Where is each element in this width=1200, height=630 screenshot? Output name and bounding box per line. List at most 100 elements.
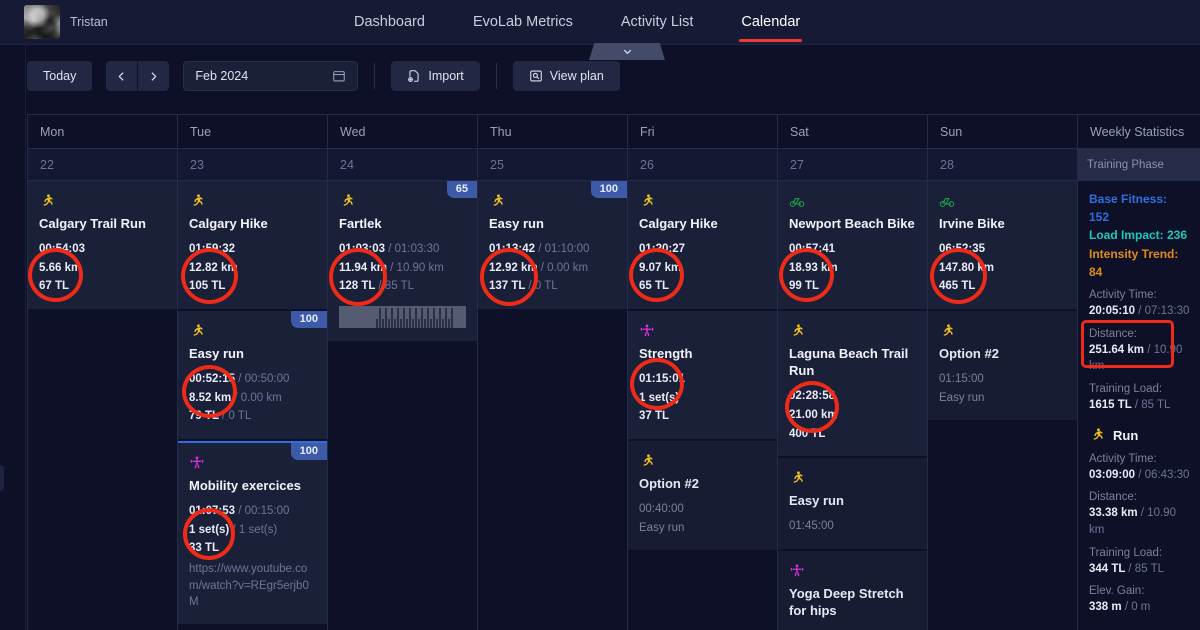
activity-duration: 00:57:41 — [789, 243, 836, 256]
cycling-icon — [939, 191, 1066, 210]
calendar-grid-wrapper: Mon Tue Wed Thu Fri Sat Sun Weekly Stati… — [27, 114, 1200, 630]
stat-value: 03:09:00 / 06:43:30 — [1089, 468, 1190, 481]
activity-card[interactable]: Yoga Deep Stretch for hips00:15:00 — [778, 551, 927, 630]
stat-value: 338 m / 0 m — [1089, 601, 1151, 614]
activity-title: Strength — [639, 346, 693, 362]
activity-duration: 01:15:01 — [639, 373, 686, 386]
stat-label: Training Load: — [1089, 383, 1163, 396]
day-number-23[interactable]: 23 — [178, 149, 328, 181]
tab-evolab-metrics[interactable]: EvoLab Metrics — [449, 0, 597, 45]
day-column-mon[interactable]: Calgary Trail Run 00:54:03 5.66 km 67 TL — [28, 181, 178, 630]
activity-distance: 9.07 km — [639, 261, 682, 274]
activity-duration: 02:28:58 — [789, 390, 836, 403]
strength-icon — [639, 321, 766, 340]
column-header-fri: Fri — [628, 115, 778, 149]
sidebar-collapse-handle[interactable] — [0, 465, 4, 491]
day-column-thu[interactable]: 100 Easy run 01:13:42 / 01:10:00 12.92 km /… — [478, 181, 628, 630]
activity-duration: 01:03:03 / 01:03:30 — [339, 243, 440, 256]
activity-duration: 00:40:00 — [639, 503, 684, 516]
activity-training-load: 79 TL / 0 TL — [189, 410, 252, 423]
activity-card[interactable]: Easy run 01:45:00 — [778, 458, 927, 549]
chevron-right-icon — [151, 71, 157, 81]
activity-distance: 8.52 km / 0.00 km — [189, 391, 282, 404]
activity-card[interactable]: 100 Easy run 01:13:42 / 01:10:00 12.92 km /… — [478, 181, 627, 310]
today-button[interactable]: Today — [27, 61, 93, 91]
day-number-28[interactable]: 28 — [928, 149, 1078, 181]
running-icon — [639, 451, 766, 470]
left-rail — [0, 45, 26, 630]
view-plan-button[interactable]: View plan — [512, 61, 620, 91]
day-column-tue[interactable]: Calgary Hike 01:59:32 12.82 km 105 TL 100 Eas… — [178, 181, 328, 630]
activity-card[interactable]: Laguna Beach Trail Run 02:28:58 21.00 km 40… — [778, 311, 927, 457]
kpi-2: Intensity Trend: 84 — [1089, 246, 1179, 279]
stat-label: Training Load: — [1089, 546, 1163, 559]
activity-distance: Easy run — [639, 521, 685, 534]
activity-duration: 01:13:42 / 01:10:00 — [489, 243, 590, 256]
tab-calendar[interactable]: Calendar — [717, 0, 824, 45]
activity-card[interactable]: Strength 01:15:01 1 set(s) 37 TL — [628, 311, 777, 440]
calendar-app: Tristan Dashboard EvoLab Metrics Activit… — [0, 0, 1200, 630]
day-column-wed[interactable]: 65 Fartlek 01:03:03 / 01:03:30 11.94 km / 1… — [328, 181, 478, 630]
activity-title: Calgary Trail Run — [39, 216, 146, 231]
stat-value: 251.64 km / 10.90 km — [1089, 343, 1183, 373]
activity-link[interactable]: https://www.youtube.com/watch?v=REgr5erj… — [189, 561, 316, 611]
activity-training-load: 105 TL — [189, 280, 226, 293]
chevron-down-icon — [623, 49, 631, 55]
tab-activity-list[interactable]: Activity List — [597, 0, 718, 45]
month-picker[interactable]: Feb 2024 — [183, 61, 359, 91]
stat-value: 344 TL / 85 TL — [1089, 562, 1165, 575]
activity-training-load: 99 TL — [789, 280, 820, 293]
tab-dashboard[interactable]: Dashboard — [330, 0, 449, 45]
activity-title: Calgary Hike — [189, 216, 268, 231]
prev-month-button[interactable] — [106, 61, 138, 91]
stat-value: 1615 TL / 85 TL — [1089, 399, 1171, 411]
interval-chart — [339, 306, 466, 329]
activity-distance: 1 set(s) — [639, 391, 680, 404]
activity-card[interactable]: Newport Beach Bike 00:57:41 18.93 km 99 TL — [778, 181, 927, 310]
day-column-sun[interactable]: Irvine Bike 06:52:35 147.80 km 465 TL Option… — [928, 181, 1078, 630]
activity-card[interactable]: Option #2 01:15:00 Easy run — [928, 311, 1077, 421]
day-number-24[interactable]: 24 — [328, 149, 478, 181]
day-column-sat[interactable]: Newport Beach Bike 00:57:41 18.93 km 99 TL L… — [778, 181, 928, 630]
chevron-left-icon — [118, 71, 124, 81]
column-header-thu: Thu — [478, 115, 628, 149]
activity-title: Option #2 — [639, 476, 699, 492]
activity-duration: 06:52:35 — [939, 243, 986, 256]
user-block[interactable]: Tristan — [0, 5, 330, 39]
activity-card[interactable]: Calgary Hike 01:20:27 9.07 km 65 TL — [628, 181, 777, 310]
day-number-25[interactable]: 25 — [478, 149, 628, 181]
kpi-1: Load Impact: 236 — [1089, 228, 1188, 243]
running-icon — [789, 321, 916, 340]
activity-card[interactable]: Calgary Trail Run 00:54:03 5.66 km 67 TL — [28, 181, 177, 310]
avatar[interactable] — [24, 5, 60, 39]
activity-distance: 147.80 km — [939, 261, 994, 274]
day-number-26[interactable]: 26 — [628, 149, 778, 181]
weekly-statistics-panel: Base Fitness: 152 Load Impact: 236 Intensi… — [1078, 181, 1200, 630]
activity-title: Mobility exercices — [189, 478, 301, 494]
day-number-27[interactable]: 27 — [778, 149, 928, 181]
activity-card[interactable]: 65 Fartlek 01:03:03 / 01:03:30 11.94 km / 1… — [328, 181, 477, 342]
compliance-score-badge: 65 — [446, 181, 477, 198]
activity-training-load: 67 TL — [39, 280, 70, 293]
day-number-22[interactable]: 22 — [28, 149, 178, 181]
next-month-button[interactable] — [138, 61, 170, 91]
import-button[interactable]: Import — [391, 61, 480, 91]
import-file-icon — [408, 70, 419, 82]
collapse-header-toggle[interactable] — [589, 43, 665, 60]
plan-search-icon — [530, 70, 542, 82]
activity-duration: 00:54:03 — [39, 243, 86, 256]
compliance-score-badge: 100 — [590, 181, 627, 198]
activity-duration: 01:59:32 — [189, 243, 236, 256]
stat-value: 20:05:10 / 07:13:30 — [1089, 305, 1190, 318]
activity-card[interactable]: 100 Easy run 00:52:15 / 00:50:00 8.52 km / … — [178, 311, 327, 440]
activity-training-load: 137 TL / 0 TL — [489, 280, 558, 293]
day-column-fri[interactable]: Calgary Hike 01:20:27 9.07 km 65 TL Strength… — [628, 181, 778, 630]
sport-name: Run — [1113, 427, 1139, 443]
stat-label: Activity Time: — [1089, 289, 1157, 302]
activity-card[interactable]: Option #2 00:40:00 Easy run — [628, 441, 777, 551]
activity-card[interactable]: 100 Mobility exercices 01:07:53 / 00:15:00… — [178, 441, 327, 625]
activity-card[interactable]: Calgary Hike 01:59:32 12.82 km 105 TL — [178, 181, 327, 310]
stat-label: Activity Time: — [1089, 452, 1157, 465]
activity-card[interactable]: Irvine Bike 06:52:35 147.80 km 465 TL — [928, 181, 1077, 310]
activity-duration: 01:20:27 — [639, 243, 686, 256]
